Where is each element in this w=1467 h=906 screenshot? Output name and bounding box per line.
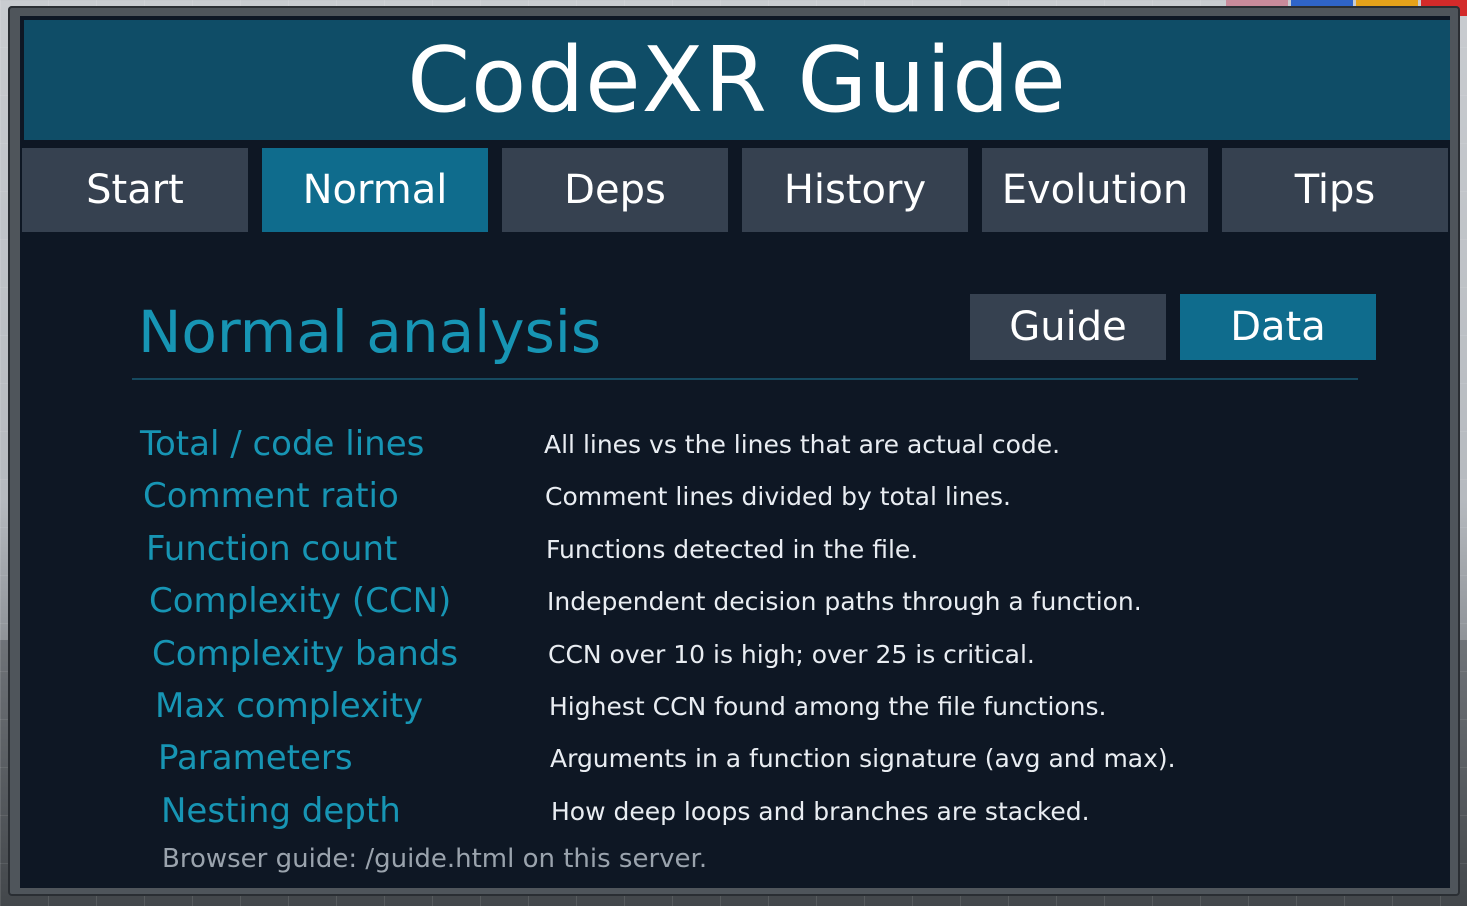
guide-title: CodeXR Guide: [407, 27, 1067, 133]
guide-toggle-button[interactable]: Guide: [970, 294, 1166, 360]
metric-description: Independent decision paths through a fun…: [547, 587, 1142, 617]
tab-label: Start: [86, 167, 184, 213]
metric-term: Comment ratio: [143, 476, 399, 517]
tab-deps[interactable]: Deps: [502, 148, 728, 232]
list-item: Parameters Arguments in a function signa…: [140, 738, 1340, 790]
title-bar: CodeXR Guide: [24, 20, 1450, 140]
list-item: Complexity bands CCN over 10 is high; ov…: [140, 634, 1340, 686]
tab-label: Normal: [302, 167, 448, 213]
guide-board-panel: CodeXR Guide Start Normal Deps History E…: [20, 16, 1450, 888]
tab-label: History: [783, 167, 927, 213]
metric-term: Nesting depth: [161, 790, 401, 831]
metric-description: Functions detected in the file.: [546, 534, 919, 564]
list-item: Nesting depth How deep loops and branche…: [140, 791, 1340, 843]
data-toggle-button[interactable]: Data: [1180, 294, 1376, 360]
list-item: Total / code lines All lines vs the line…: [140, 424, 1340, 476]
view-toggle-group: Guide Data: [970, 294, 1390, 360]
metric-term: Max complexity: [155, 685, 424, 726]
metric-description: All lines vs the lines that are actual c…: [544, 430, 1061, 459]
tab-normal[interactable]: Normal: [262, 148, 488, 232]
footer-note: Browser guide: /guide.html on this serve…: [162, 844, 708, 874]
metric-description: Arguments in a function signature (avg a…: [550, 744, 1176, 774]
list-item: Comment ratio Comment lines divided by t…: [140, 476, 1340, 528]
metric-term: Parameters: [158, 738, 353, 779]
tab-bar: Start Normal Deps History Evolution Tips: [22, 148, 1448, 236]
tab-evolution[interactable]: Evolution: [982, 148, 1208, 232]
metric-term: Complexity bands: [152, 633, 459, 674]
metric-description: Highest CCN found among the file functio…: [549, 691, 1107, 721]
metric-term: Complexity (CCN): [149, 581, 452, 622]
tab-history[interactable]: History: [742, 148, 968, 232]
list-item: Max complexity Highest CCN found among t…: [140, 686, 1340, 738]
list-item: Function count Functions detected in the…: [140, 529, 1340, 581]
tab-start[interactable]: Start: [22, 148, 248, 232]
tab-label: Tips: [1294, 167, 1376, 213]
metric-description: How deep loops and branches are stacked.: [551, 796, 1090, 826]
guide-board: CodeXR Guide Start Normal Deps History E…: [8, 6, 1460, 896]
tab-label: Deps: [564, 167, 666, 213]
section-divider: [132, 378, 1358, 380]
metric-description: CCN over 10 is high; over 25 is critical…: [548, 639, 1035, 669]
toggle-label: Data: [1230, 304, 1326, 350]
metric-description: Comment lines divided by total lines.: [545, 482, 1011, 512]
toggle-label: Guide: [1009, 304, 1127, 350]
section-title: Normal analysis: [138, 298, 602, 366]
metric-term: Function count: [146, 528, 398, 569]
list-item: Complexity (CCN) Independent decision pa…: [140, 581, 1340, 633]
tab-tips[interactable]: Tips: [1222, 148, 1448, 232]
metric-term: Total / code lines: [140, 424, 425, 464]
tab-label: Evolution: [1001, 167, 1189, 213]
metric-list: Total / code lines All lines vs the line…: [140, 424, 1340, 843]
